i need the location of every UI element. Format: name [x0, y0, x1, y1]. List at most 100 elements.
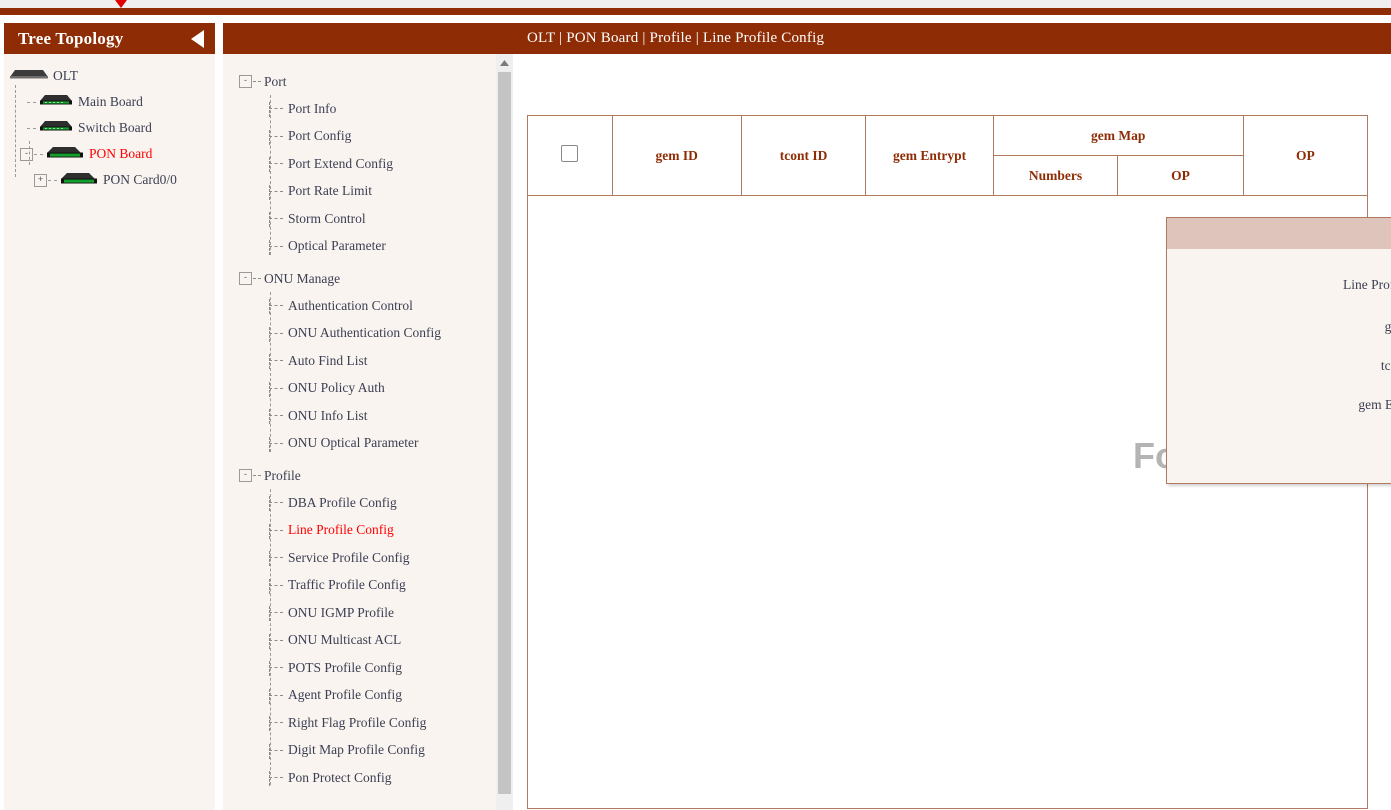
nav-group-profile[interactable]: - Profile: [223, 462, 513, 489]
nav-item-line-profile-config[interactable]: Line Profile Config: [223, 517, 513, 545]
tree-node-label: PON Board: [89, 146, 152, 162]
nav-item-label: ONU Info List: [288, 408, 368, 424]
table-header-row: gem ID tcont ID gem Entrypt gem Map OP: [528, 116, 1368, 156]
label-text: Line Profile ID: [1343, 277, 1391, 292]
tree-expander-toggle[interactable]: -: [20, 148, 33, 161]
nav-item-authentication-control[interactable]: Authentication Control: [223, 292, 513, 320]
nav-item-port-config[interactable]: Port Config: [223, 123, 513, 151]
main-content-body: gem ID tcont ID gem Entrypt gem Map OP N…: [513, 54, 1391, 810]
device-icon: [59, 171, 99, 190]
nav-item-label: Optical Parameter: [288, 238, 386, 254]
tree-node-pon-card[interactable]: + PON Card0/0: [4, 167, 215, 193]
nav-item-label: Authentication Control: [288, 298, 413, 314]
nav-item-label: ONU Authentication Config: [288, 325, 441, 341]
label-text: gem Entrypt: [1358, 397, 1391, 412]
nav-item-label: ONU Multicast ACL: [288, 632, 401, 648]
nav-item-label: ONU Policy Auth: [288, 380, 385, 396]
nav-group-onu-manage[interactable]: - ONU Manage: [223, 265, 513, 292]
nav-item-onu-policy-auth[interactable]: ONU Policy Auth: [223, 375, 513, 403]
scrollbar-up-arrow-icon[interactable]: [496, 54, 513, 71]
nav-item-auto-find-list[interactable]: Auto Find List: [223, 347, 513, 375]
tree-expander-toggle[interactable]: +: [34, 174, 47, 187]
nav-group-label: Port: [264, 74, 287, 90]
nav-group-expander[interactable]: -: [239, 75, 252, 88]
nav-connector: [269, 108, 283, 109]
nav-item-label: Port Config: [288, 128, 351, 144]
nav-connector: [269, 333, 283, 334]
gem-add-dialog: gem Add X Line Profile ID： 1 gem ID： 1: [1166, 217, 1391, 484]
col-header-tcont-id: tcont ID: [741, 116, 865, 196]
nav-item-label: ONU Optical Parameter: [288, 435, 418, 451]
navigation-list: - Port Port Info Port Config Port Extend…: [223, 54, 513, 792]
nav-item-label: DBA Profile Config: [288, 495, 397, 511]
navigation-scrollbar[interactable]: [496, 54, 513, 810]
nav-group-expander[interactable]: -: [239, 272, 252, 285]
nav-item-label: Pon Protect Config: [288, 770, 392, 786]
nav-group-port[interactable]: - Port: [223, 68, 513, 95]
scrollbar-thumb[interactable]: [498, 72, 511, 794]
nav-item-onu-authentication-config[interactable]: ONU Authentication Config: [223, 320, 513, 348]
tree-node-olt[interactable]: OLT: [4, 63, 215, 89]
tree-node-switch-board[interactable]: Switch Board: [4, 115, 215, 141]
line-profile-id-row: Line Profile ID： 1: [1167, 273, 1391, 293]
nav-item-dba-profile-config[interactable]: DBA Profile Config: [223, 489, 513, 517]
chevron-left-icon[interactable]: [190, 29, 205, 49]
tcont-id-label: tcont ID：: [1167, 354, 1391, 374]
nav-item-agent-profile-config[interactable]: Agent Profile Config: [223, 682, 513, 710]
device-icon: [38, 119, 74, 137]
nav-item-port-info[interactable]: Port Info: [223, 95, 513, 123]
nav-connector: [269, 388, 283, 389]
nav-connector: [269, 667, 283, 668]
nav-connector: [269, 722, 283, 723]
nav-item-label: Line Profile Config: [288, 522, 394, 538]
gem-table: gem ID tcont ID gem Entrypt gem Map OP N…: [527, 115, 1368, 196]
nav-connector: [269, 557, 283, 558]
top-accent-bar: [0, 8, 1391, 15]
main-content-panel: OLT | PON Board | Profile | Line Profile…: [513, 23, 1391, 810]
nav-item-onu-igmp-profile[interactable]: ONU IGMP Profile: [223, 599, 513, 627]
nav-connector: [269, 136, 283, 137]
nav-item-optical-parameter[interactable]: Optical Parameter: [223, 233, 513, 261]
nav-item-pots-profile-config[interactable]: POTS Profile Config: [223, 654, 513, 682]
nav-connector: [269, 750, 283, 751]
nav-connector: [269, 612, 283, 613]
gem-entrypt-label: gem Entrypt：: [1167, 393, 1391, 413]
nav-connector: [269, 530, 283, 531]
nav-connector: [269, 360, 283, 361]
nav-item-onu-multicast-acl[interactable]: ONU Multicast ACL: [223, 627, 513, 655]
nav-item-label: ONU IGMP Profile: [288, 605, 394, 621]
nav-item-pon-protect-config[interactable]: Pon Protect Config: [223, 764, 513, 792]
nav-item-label: Service Profile Config: [288, 550, 409, 566]
nav-group-label: ONU Manage: [264, 271, 340, 287]
cursor-marker-icon: [115, 0, 127, 8]
nav-connector: [269, 443, 283, 444]
gem-id-row: gem ID： 1: [1167, 314, 1391, 336]
nav-item-storm-control[interactable]: Storm Control: [223, 205, 513, 233]
nav-item-label: Traffic Profile Config: [288, 577, 406, 593]
navigation-scroll-area: - Port Port Info Port Config Port Extend…: [223, 54, 513, 810]
nav-item-label: Agent Profile Config: [288, 687, 402, 703]
nav-item-digit-map-profile-config[interactable]: Digit Map Profile Config: [223, 737, 513, 765]
table-select-all-cell: [528, 116, 613, 196]
nav-item-service-profile-config[interactable]: Service Profile Config: [223, 544, 513, 572]
tree-node-main-board[interactable]: Main Board: [4, 89, 215, 115]
gem-id-label: gem ID：: [1167, 315, 1391, 335]
nav-item-port-extend-config[interactable]: Port Extend Config: [223, 150, 513, 178]
nav-item-port-rate-limit[interactable]: Port Rate Limit: [223, 178, 513, 206]
tree-node-pon-board[interactable]: - PON Board: [4, 141, 215, 167]
col-header-gem-map-op: OP: [1118, 156, 1243, 196]
device-icon: [38, 93, 74, 111]
tree-node-label: Main Board: [78, 94, 143, 110]
col-header-gem-entrypt: gem Entrypt: [866, 116, 993, 196]
nav-connector: [269, 585, 283, 586]
tcont-id-row: tcont ID： 1 ▾: [1167, 353, 1391, 375]
checkbox-unchecked-icon[interactable]: [561, 145, 578, 162]
nav-item-onu-optical-parameter[interactable]: ONU Optical Parameter: [223, 430, 513, 458]
nav-item-traffic-profile-config[interactable]: Traffic Profile Config: [223, 572, 513, 600]
dialog-titlebar: gem Add X: [1167, 218, 1391, 249]
nav-item-right-flag-profile-config[interactable]: Right Flag Profile Config: [223, 709, 513, 737]
nav-group-expander[interactable]: -: [239, 469, 252, 482]
tree-topology-panel: Tree Topology OLT: [4, 23, 215, 810]
nav-item-onu-info-list[interactable]: ONU Info List: [223, 402, 513, 430]
nav-item-label: Port Rate Limit: [288, 183, 372, 199]
